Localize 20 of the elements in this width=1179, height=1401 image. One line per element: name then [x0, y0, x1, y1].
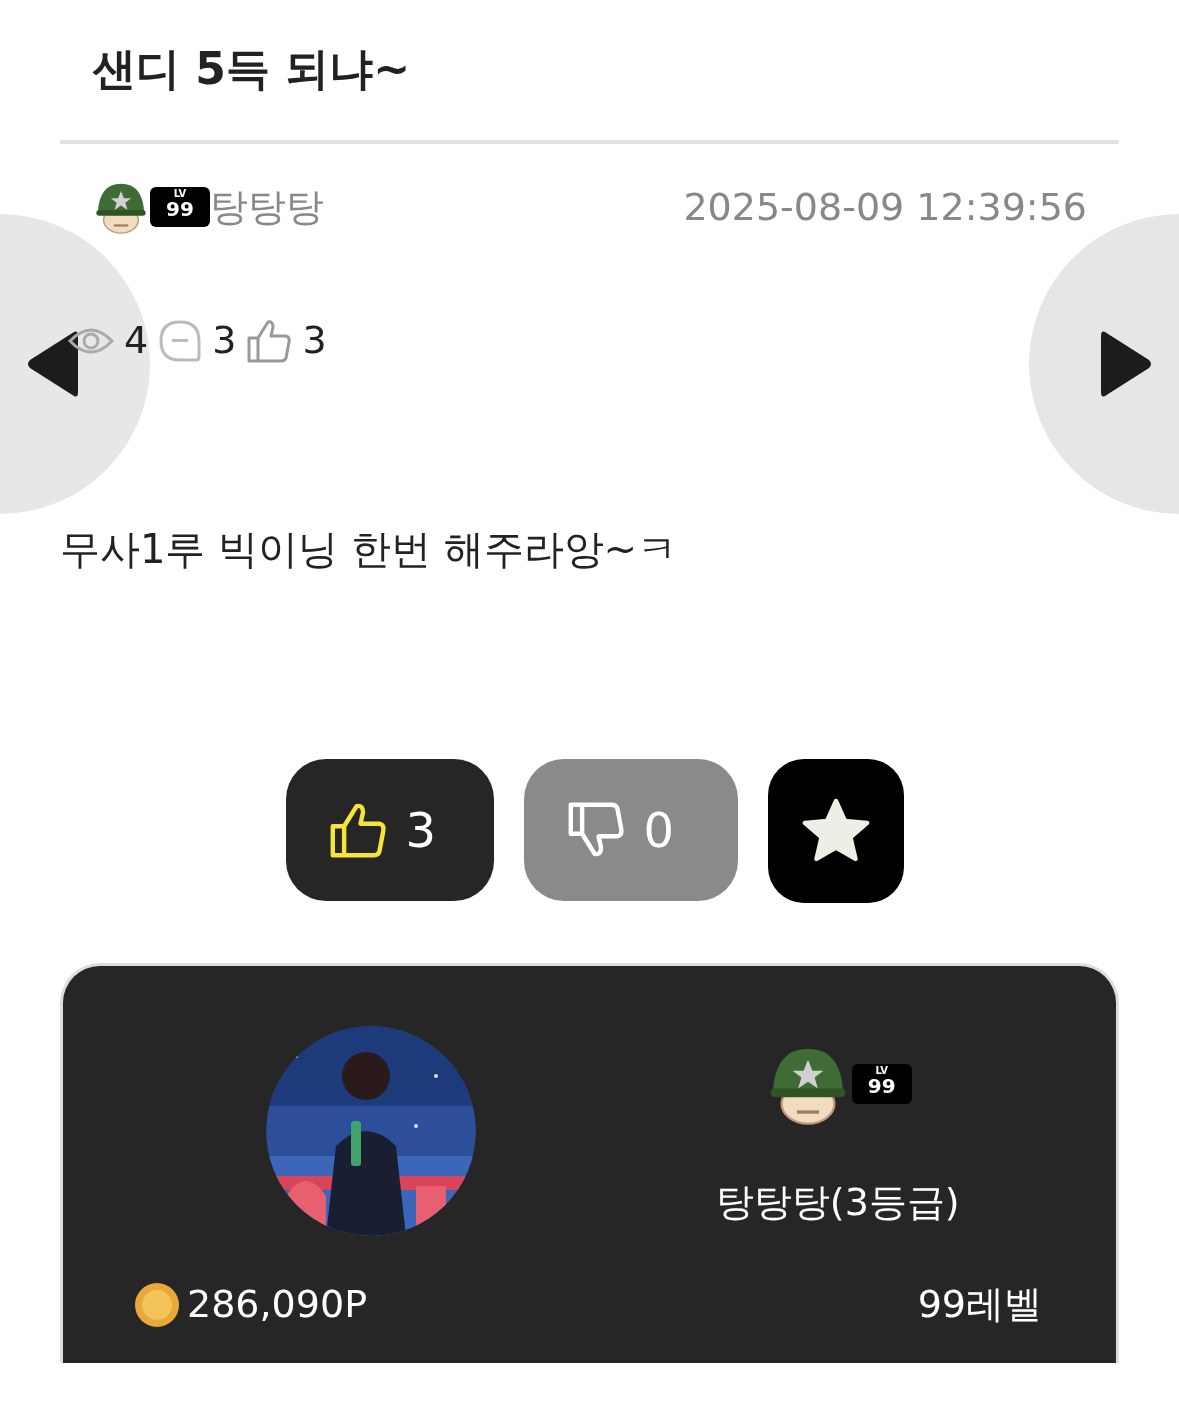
like-button[interactable]: 3 [285, 759, 494, 901]
point-balance: 286,090P [187, 1281, 368, 1328]
level-number: 99 [166, 199, 194, 219]
post-title: 샌디 5득 되냐~ [91, 42, 412, 96]
like-count: 3 [302, 317, 327, 364]
user-level: 99레벨 [917, 1281, 1043, 1328]
view-count: 4 [124, 317, 149, 364]
post-datetime: 2025-08-09 12:39:56 [683, 183, 1087, 231]
profile-name: 탕탕탕(3등급) [715, 1179, 960, 1226]
post-body: 무사1루 빅이닝 한번 해주라앙~ㅋ [60, 525, 679, 574]
bookmark-button[interactable] [767, 759, 904, 903]
comment-count: 3 [212, 317, 237, 364]
dislike-button[interactable]: 0 [523, 759, 738, 901]
comment-icon [158, 318, 203, 363]
author-name[interactable]: 탕탕탕 [210, 188, 324, 226]
level-number: 99 [867, 1076, 896, 1096]
level-label: LV [875, 1066, 889, 1076]
level-label: LV [173, 189, 187, 199]
coin-icon [133, 1280, 181, 1329]
thumbs-up-icon [246, 317, 293, 364]
